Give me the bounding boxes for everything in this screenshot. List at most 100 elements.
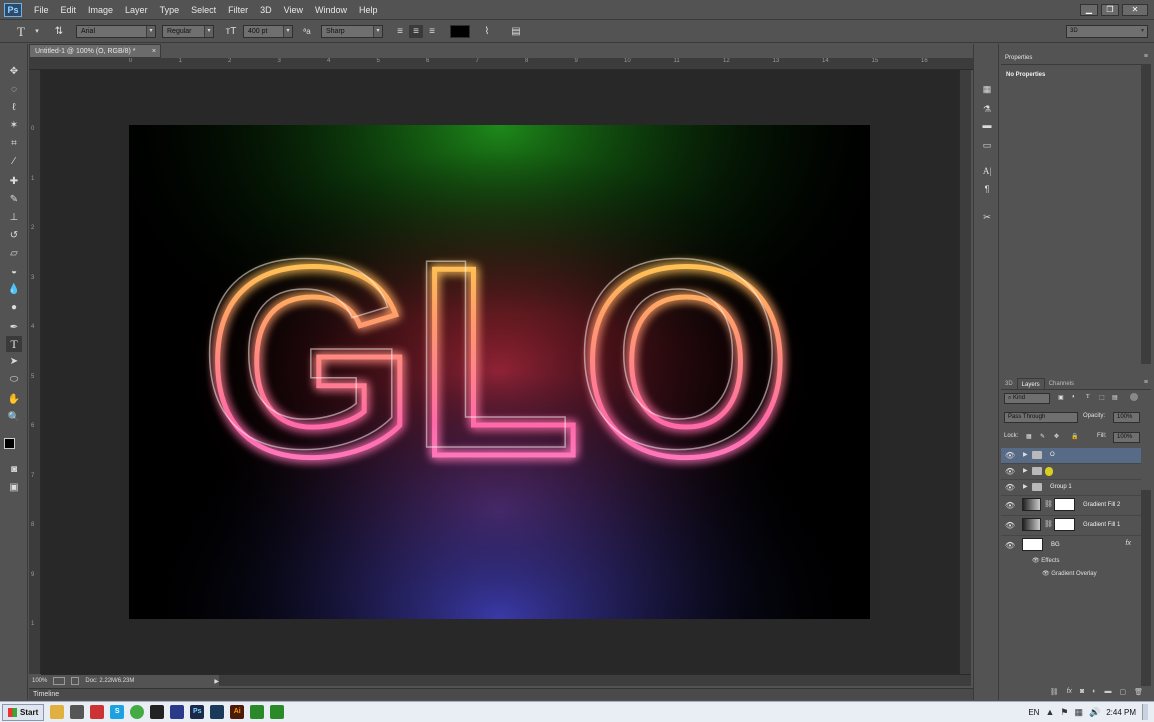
history-brush-tool-icon[interactable]: ↺ (6, 228, 22, 244)
visibility-eye-icon[interactable]: 👁 (1004, 540, 1016, 552)
menu-file[interactable]: File (28, 0, 55, 20)
chrome-app-icon[interactable] (130, 705, 145, 719)
move-tool-icon[interactable]: ✥ (6, 64, 22, 80)
tray-arrow-icon[interactable]: ▲ (1045, 707, 1054, 717)
lock-position-icon[interactable]: ✥ (1054, 433, 1059, 440)
eraser-tool-icon[interactable]: ▱ (6, 246, 22, 262)
foreground-color-swatch[interactable] (4, 438, 15, 449)
link-chain-icon[interactable]: ⛓ (1044, 520, 1053, 528)
type-tool-preset-icon[interactable]: T (14, 25, 28, 38)
new-layer-icon[interactable]: ▢ (1119, 688, 1126, 700)
visibility-eye-icon[interactable]: 👁 (1032, 558, 1040, 564)
adjustments-panel-icon[interactable]: ▬ (979, 118, 995, 132)
menu-help[interactable]: Help (353, 0, 384, 20)
expand-triangle-icon[interactable]: ▶ (1023, 483, 1028, 490)
layer-row-bg[interactable]: 👁 BG fx (1001, 536, 1141, 556)
tab-3d[interactable]: 3D (1001, 378, 1017, 389)
layer-row-group-1[interactable]: 👁 ▶ Group 1 (1001, 480, 1141, 496)
export-icon[interactable] (53, 677, 66, 685)
blur-tool-icon[interactable]: 💧 (6, 282, 22, 298)
lasso-tool-icon[interactable]: ℓ (6, 100, 22, 116)
zoom-tool-icon[interactable]: 🔍 (6, 410, 22, 426)
dodge-tool-icon[interactable]: ● (6, 300, 22, 316)
healing-brush-tool-icon[interactable]: ✚ (6, 174, 22, 190)
filter-type-icon[interactable]: T (1086, 394, 1090, 400)
magic-wand-tool-icon[interactable]: ✶ (6, 118, 22, 134)
expand-triangle-icon[interactable]: ▶ (1023, 467, 1028, 474)
add-style-icon[interactable]: fx (1067, 688, 1072, 700)
font-family-select[interactable]: Arial ▾ (76, 25, 156, 38)
brush-tool-icon[interactable]: ✎ (6, 192, 22, 208)
fill-field[interactable]: 100% (1113, 432, 1140, 443)
character-panel-dock-icon[interactable]: A| (979, 164, 995, 178)
flag-icon[interactable]: ⚑ (1060, 707, 1068, 718)
effects-row[interactable]: 👁 Effects (1032, 557, 1060, 564)
workspace-select[interactable]: 3D ▾ (1066, 25, 1148, 38)
app-icon[interactable] (250, 705, 265, 719)
lock-all-icon[interactable]: 🔒 (1071, 433, 1078, 440)
link-layers-icon[interactable]: ⛓ (1050, 688, 1059, 700)
ellipse-tool-icon[interactable]: ⬭ (6, 372, 22, 388)
gradient-overlay-row[interactable]: 👁 Gradient Overlay (1042, 570, 1097, 577)
illustrator-app-icon[interactable]: Ai (230, 705, 245, 719)
panel-menu-icon[interactable]: ≡ (1144, 53, 1148, 60)
layer-row-o[interactable]: 👁 ▶ O (1001, 448, 1141, 464)
layers-scrollbar[interactable] (1141, 490, 1151, 686)
history-panel-icon[interactable]: ▦ (979, 82, 995, 96)
expand-triangle-icon[interactable]: ▶ (1023, 451, 1028, 458)
chevron-down-icon[interactable]: ▾ (30, 25, 44, 38)
opacity-field[interactable]: 100% (1113, 412, 1140, 423)
visibility-eye-icon[interactable]: 👁 (1042, 571, 1050, 577)
filter-pixel-icon[interactable]: ▣ (1058, 394, 1064, 401)
close-button[interactable]: ✕ (1122, 3, 1148, 16)
photoshop-app-icon[interactable]: Ps (190, 705, 205, 719)
document-canvas[interactable]: GLO GLO (129, 125, 870, 619)
app-icon[interactable] (270, 705, 285, 719)
text-color-swatch[interactable] (450, 25, 470, 38)
lock-transparency-icon[interactable]: ▦ (1026, 433, 1032, 440)
new-group-icon[interactable]: ▬ (1104, 688, 1111, 700)
screen-mode-icon[interactable]: ▣ (6, 480, 22, 496)
share-icon[interactable] (71, 677, 80, 685)
close-icon[interactable]: × (152, 45, 156, 59)
tool-presets-panel-icon[interactable]: ✂ (979, 210, 995, 224)
maximize-button[interactable]: ❐ (1101, 3, 1119, 16)
add-mask-icon[interactable]: ◙ (1080, 688, 1084, 700)
timeline-panel-tab[interactable]: Timeline (29, 688, 973, 700)
menu-type[interactable]: Type (154, 0, 186, 20)
fx-badge-icon[interactable]: fx (1126, 540, 1131, 547)
properties-tab[interactable]: Properties (1001, 52, 1041, 64)
visibility-eye-icon[interactable]: 👁 (1004, 500, 1016, 512)
paragraph-panel-icon[interactable]: ¶ (979, 182, 995, 196)
vertical-scrollbar[interactable] (959, 70, 971, 674)
menu-window[interactable]: Window (309, 0, 353, 20)
menu-layer[interactable]: Layer (119, 0, 154, 20)
new-adjustment-icon[interactable]: ◐ (1092, 688, 1096, 700)
font-style-select[interactable]: Regular ▾ (162, 25, 214, 38)
align-right-icon[interactable]: ≡ (425, 25, 439, 38)
clock[interactable]: 2:44 PM (1106, 708, 1136, 717)
app-icon[interactable] (90, 705, 105, 719)
media-app-icon[interactable] (70, 705, 85, 719)
paint-bucket-tool-icon[interactable]: ◒ (6, 264, 22, 280)
layer-row-group[interactable]: 👁 ▶ (1001, 464, 1141, 480)
visibility-eye-icon[interactable]: 👁 (1004, 520, 1016, 532)
language-indicator[interactable]: EN (1028, 708, 1039, 717)
chevron-right-icon[interactable]: ▶ (214, 678, 219, 685)
network-icon[interactable]: ▦ (1074, 707, 1083, 718)
character-panel-icon[interactable]: ▤ (509, 25, 523, 38)
menu-image[interactable]: Image (82, 0, 119, 20)
mask-thumbnail[interactable] (1054, 498, 1075, 511)
filter-smart-object-icon[interactable]: ▤ (1112, 394, 1118, 401)
zoom-level[interactable]: 100% (32, 678, 47, 684)
app-icon[interactable] (210, 705, 225, 719)
layer-row-gradient-fill-1[interactable]: 👁 ⛓ Gradient Fill 1 (1001, 516, 1141, 536)
document-tab[interactable]: Untitled-1 @ 100% (O, RGB/8) * × (29, 44, 161, 58)
layers-panel-menu-icon[interactable]: ≡ (1144, 379, 1148, 386)
menu-select[interactable]: Select (185, 0, 222, 20)
marquee-tool-icon[interactable]: ◌ (6, 82, 22, 98)
menu-filter[interactable]: Filter (222, 0, 254, 20)
visibility-eye-icon[interactable]: 👁 (1004, 450, 1016, 462)
blend-mode-select[interactable]: Pass Through (1004, 412, 1078, 423)
menu-3d[interactable]: 3D (254, 0, 278, 20)
